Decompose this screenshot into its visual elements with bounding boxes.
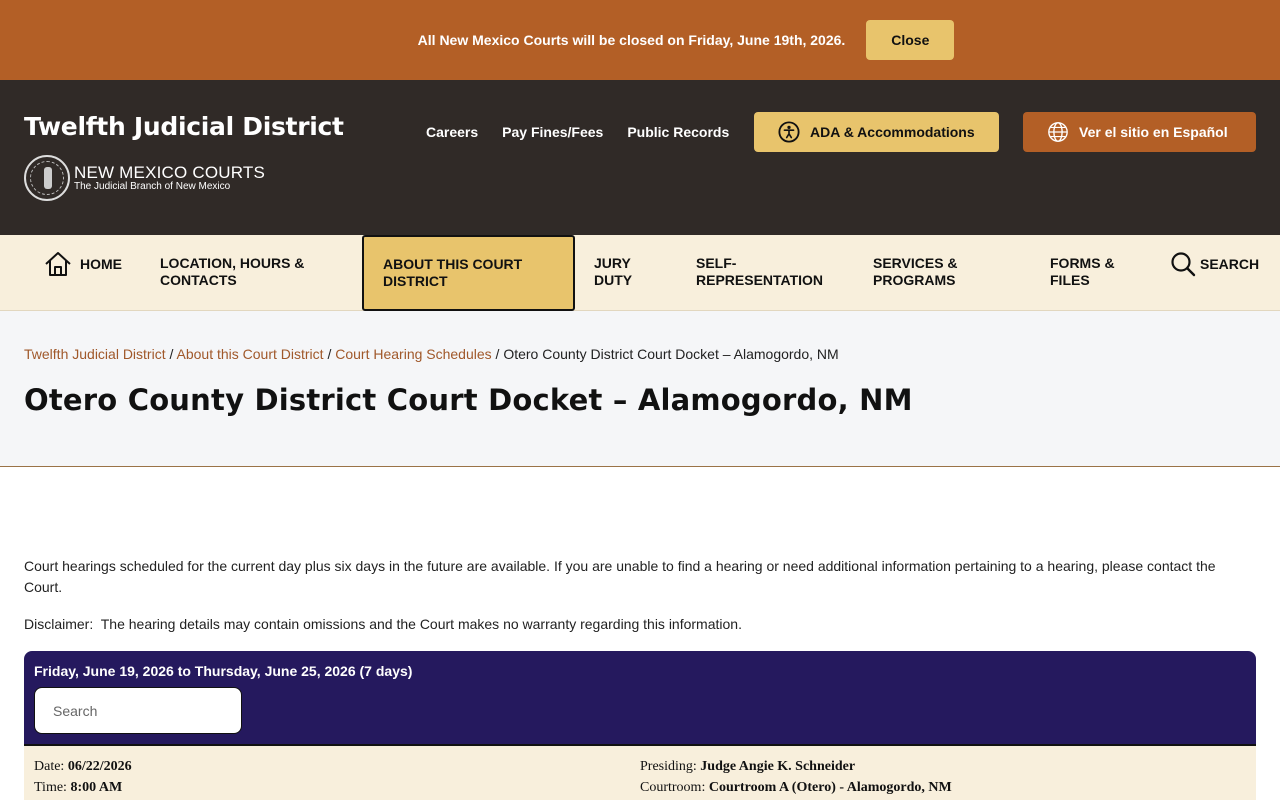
public-records-link[interactable]: Public Records (627, 124, 729, 140)
page-header-section: Twelfth Judicial District / About this C… (0, 311, 1280, 467)
docket-date-range: Friday, June 19, 2026 to Thursday, June … (34, 663, 413, 679)
hearing-courtroom: Courtroom: Courtroom A (Otero) - Alamogo… (640, 780, 952, 796)
breadcrumb-separator: / (323, 346, 336, 362)
breadcrumb-separator: / (491, 346, 504, 362)
alert-close-button[interactable]: Close (866, 20, 955, 60)
nav-self-representation[interactable]: SELF-REPRESENTATION (696, 255, 831, 289)
breadcrumb-separator: / (165, 346, 177, 362)
hearing-presiding: Presiding: Judge Angie K. Schneider (640, 759, 855, 775)
courtroom-value: Courtroom A (Otero) - Alamogordo, NM (708, 780, 952, 795)
disclaimer-text: Disclaimer: The hearing details may cont… (24, 616, 742, 632)
brand-text: NEW MEXICO COURTS The Judicial Branch of… (74, 164, 265, 192)
breadcrumb: Twelfth Judicial District / About this C… (24, 346, 839, 362)
hearing-date: Date: 06/22/2026 (34, 759, 132, 775)
alert-message: All New Mexico Courts will be closed on … (417, 32, 846, 48)
docket-search-input[interactable] (34, 687, 242, 734)
spanish-site-button[interactable]: Ver el sitio en Español (1023, 112, 1256, 152)
time-value: 8:00 AM (70, 780, 123, 795)
nav-location-hours-contacts[interactable]: LOCATION, HOURS & CONTACTS (160, 255, 330, 289)
site-header: Twelfth Judicial District NEW MEXICO COU… (0, 80, 1280, 235)
nav-search[interactable]: SEARCH (1170, 251, 1259, 277)
pay-fines-link[interactable]: Pay Fines/Fees (502, 124, 603, 140)
accessibility-icon (778, 121, 800, 143)
main-nav: HOME LOCATION, HOURS & CONTACTS ABOUT TH… (0, 235, 1280, 311)
nav-about-this-court-district[interactable]: ABOUT THIS COURT DISTRICT (362, 235, 575, 311)
closure-alert-banner: All New Mexico Courts will be closed on … (0, 0, 1280, 80)
nm-courts-logo[interactable]: NEW MEXICO COURTS The Judicial Branch of… (24, 155, 265, 201)
ada-accommodations-button[interactable]: ADA & Accommodations (754, 112, 999, 152)
nav-home-label: HOME (80, 255, 122, 272)
brand-tagline: The Judicial Branch of New Mexico (74, 181, 231, 192)
page-title: Otero County District Court Docket – Ala… (24, 383, 913, 417)
breadcrumb-link-about[interactable]: About this Court District (177, 346, 324, 362)
date-label: Date: (34, 759, 65, 774)
time-label: Time: (34, 780, 67, 795)
nav-jury-duty[interactable]: JURY DUTY (594, 255, 654, 289)
courtroom-label: Courtroom: (640, 780, 706, 795)
globe-icon (1048, 122, 1068, 142)
date-value: 06/22/2026 (67, 759, 132, 774)
nav-forms-files[interactable]: FORMS & FILES (1050, 255, 1130, 289)
presiding-label: Presiding: (640, 759, 697, 774)
search-icon (1171, 252, 1196, 277)
brand-name: NEW MEXICO COURTS (74, 163, 266, 182)
utility-links: Careers Pay Fines/Fees Public Records (426, 124, 729, 140)
site-title[interactable]: Twelfth Judicial District (24, 112, 344, 141)
breadcrumb-link-schedules[interactable]: Court Hearing Schedules (335, 346, 491, 362)
nav-search-label: SEARCH (1200, 255, 1260, 272)
presiding-value: Judge Angie K. Schneider (700, 759, 856, 774)
breadcrumb-current: Otero County District Court Docket – Ala… (503, 346, 839, 362)
docket-header: Friday, June 19, 2026 to Thursday, June … (24, 651, 1256, 746)
nav-services-programs[interactable]: SERVICES & PROGRAMS (873, 255, 993, 289)
breadcrumb-link-home[interactable]: Twelfth Judicial District (24, 346, 166, 362)
home-icon (45, 252, 71, 276)
ada-label: ADA & Accommodations (810, 124, 975, 140)
docket-entry: Date: 06/22/2026 Time: 8:00 AM Presiding… (24, 746, 1256, 800)
spanish-label: Ver el sitio en Español (1079, 124, 1228, 140)
careers-link[interactable]: Careers (426, 124, 478, 140)
nav-home[interactable]: HOME (44, 251, 122, 277)
hearing-time: Time: 8:00 AM (34, 780, 122, 796)
court-seal-icon (24, 155, 70, 201)
docket-intro-text: Court hearings scheduled for the current… (24, 558, 1216, 595)
